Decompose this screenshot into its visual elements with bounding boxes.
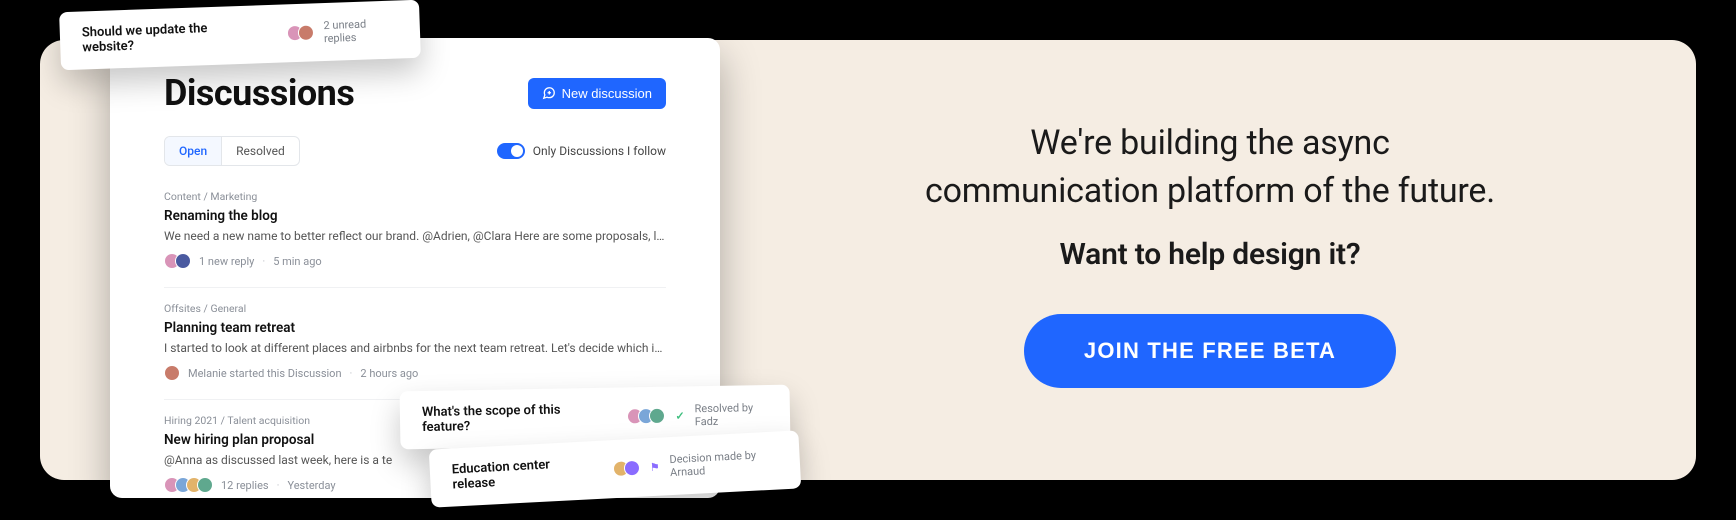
avatar-stack (164, 365, 180, 381)
avatar (175, 253, 191, 269)
follow-label: Only Discussions I follow (533, 144, 666, 158)
follow-toggle[interactable] (497, 143, 525, 159)
check-icon: ✓ (675, 409, 684, 422)
subheadline: Want to help design it? (820, 237, 1600, 272)
meta-time: Yesterday (287, 479, 335, 492)
breadcrumb: Offsites / General (164, 302, 666, 315)
discussion-item[interactable]: Content / Marketing Renaming the blog We… (164, 190, 666, 287)
headline-line1: We're building the async (1030, 123, 1389, 163)
join-beta-button[interactable]: JOIN THE FREE BETA (1024, 314, 1396, 388)
meta-replies: 12 replies (221, 479, 269, 492)
marketing-block: We're building the async communication p… (820, 120, 1600, 388)
avatar (197, 477, 213, 493)
discussion-item[interactable]: Offsites / General Planning team retreat… (164, 287, 666, 399)
headline-line2: communication platform of the future. (925, 171, 1495, 211)
tab-open[interactable]: Open (165, 137, 222, 165)
tab-resolved[interactable]: Resolved (222, 137, 299, 165)
avatar-stack (286, 24, 314, 41)
discussion-title: Planning team retreat (164, 320, 666, 336)
discussion-snippet: I started to look at different places an… (164, 341, 666, 355)
toast-title: Should we update the website? (82, 19, 258, 55)
chat-plus-icon (542, 86, 556, 100)
meta-time: 5 min ago (273, 255, 321, 268)
meta-replies: Melanie started this Discussion (188, 367, 342, 380)
avatar-stack (613, 460, 641, 477)
avatar (297, 24, 314, 41)
flag-icon: ⚑ (650, 460, 661, 473)
toast-title: What's the scope of this feature? (422, 402, 598, 435)
avatar-stack (164, 477, 213, 493)
toast-meta: Decision made by Arnaud (669, 447, 778, 479)
meta-time: 2 hours ago (360, 367, 418, 380)
meta-replies: 1 new reply (199, 255, 254, 268)
avatar (649, 408, 665, 424)
separator-dot: · (277, 479, 280, 492)
separator-dot: · (350, 367, 353, 380)
headline: We're building the async communication p… (820, 120, 1600, 215)
separator-dot: · (262, 255, 265, 268)
breadcrumb: Content / Marketing (164, 190, 666, 203)
toast-title: Education center release (451, 456, 583, 493)
discussion-snippet: We need a new name to better reflect our… (164, 229, 666, 243)
discussion-title: Renaming the blog (164, 208, 666, 224)
avatar-stack (627, 408, 665, 425)
avatar (164, 365, 180, 381)
new-discussion-button[interactable]: New discussion (528, 78, 666, 109)
page-title: Discussions (164, 72, 354, 114)
status-tabs: Open Resolved (164, 136, 300, 166)
toast-meta: 2 unread replies (323, 16, 398, 45)
new-discussion-label: New discussion (562, 86, 652, 101)
avatar-stack (164, 253, 191, 269)
toast-meta: Resolved by Fadz (694, 401, 768, 428)
avatar (624, 460, 641, 477)
